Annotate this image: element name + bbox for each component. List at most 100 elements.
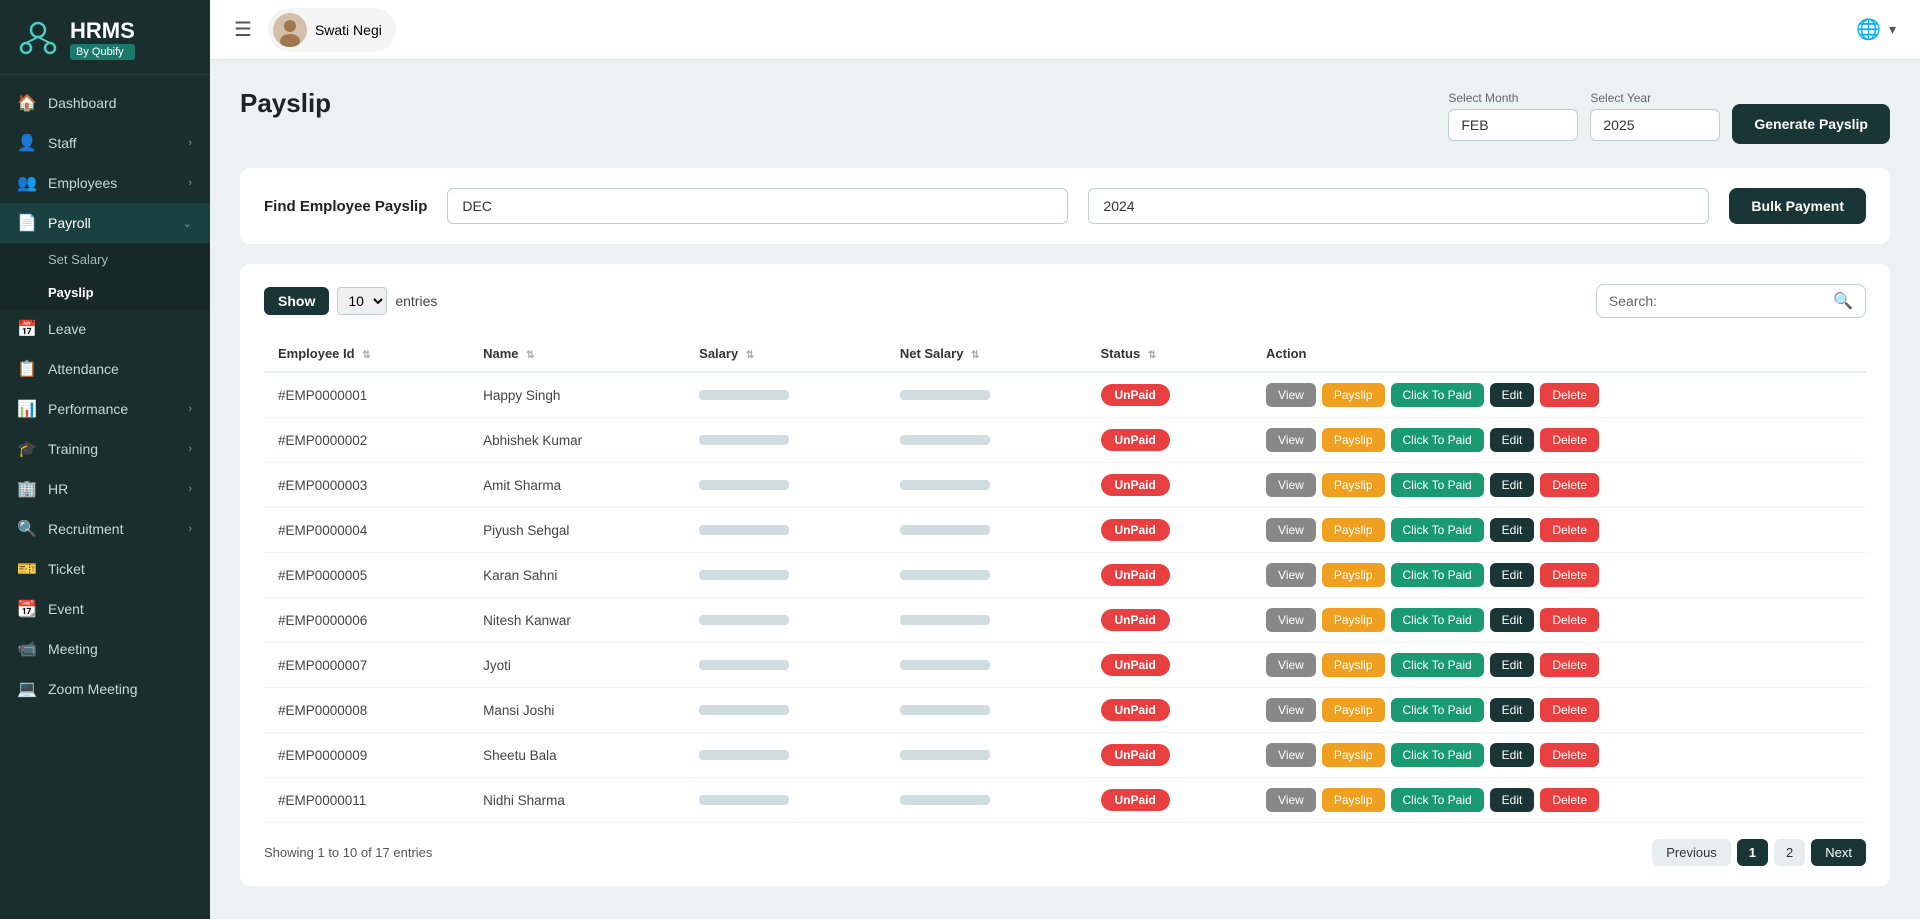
search-input[interactable]	[1665, 293, 1825, 309]
delete-button[interactable]: Delete	[1540, 428, 1599, 452]
sidebar-item-payslip[interactable]: Payslip	[0, 276, 210, 309]
hamburger-icon[interactable]: ☰	[234, 17, 252, 42]
payslip-button[interactable]: Payslip	[1322, 653, 1385, 677]
click-to-paid-button[interactable]: Click To Paid	[1391, 788, 1484, 812]
payslip-button[interactable]: Payslip	[1322, 383, 1385, 407]
cell-name: Abhishek Kumar	[469, 418, 685, 463]
sidebar-item-employees[interactable]: 👥 Employees ›	[0, 163, 210, 203]
view-button[interactable]: View	[1266, 788, 1316, 812]
delete-button[interactable]: Delete	[1540, 788, 1599, 812]
delete-button[interactable]: Delete	[1540, 473, 1599, 497]
view-button[interactable]: View	[1266, 473, 1316, 497]
view-button[interactable]: View	[1266, 383, 1316, 407]
table-row: #EMP0000007 Jyoti UnPaid View Payslip Cl…	[264, 643, 1866, 688]
delete-button[interactable]: Delete	[1540, 383, 1599, 407]
next-button[interactable]: Next	[1811, 839, 1866, 866]
prev-button[interactable]: Previous	[1652, 839, 1731, 866]
sidebar-item-dashboard[interactable]: 🏠 Dashboard	[0, 83, 210, 123]
page-1-button[interactable]: 1	[1737, 839, 1768, 866]
entries-select[interactable]: 10 25 50	[337, 287, 387, 315]
view-button[interactable]: View	[1266, 653, 1316, 677]
click-to-paid-button[interactable]: Click To Paid	[1391, 653, 1484, 677]
pagination-buttons: Previous 1 2 Next	[1652, 839, 1866, 866]
show-button[interactable]: Show	[264, 287, 329, 315]
find-month-input[interactable]	[447, 188, 1068, 224]
edit-button[interactable]: Edit	[1490, 428, 1535, 452]
globe-icon[interactable]: 🌐	[1856, 17, 1881, 42]
sidebar-item-meeting[interactable]: 📹 Meeting	[0, 629, 210, 669]
view-button[interactable]: View	[1266, 608, 1316, 632]
sidebar-item-label: Recruitment	[48, 521, 123, 537]
page-2-button[interactable]: 2	[1774, 839, 1805, 866]
payslip-button[interactable]: Payslip	[1322, 788, 1385, 812]
select-month-input[interactable]	[1448, 109, 1578, 141]
click-to-paid-button[interactable]: Click To Paid	[1391, 473, 1484, 497]
edit-button[interactable]: Edit	[1490, 698, 1535, 722]
bulk-payment-button[interactable]: Bulk Payment	[1729, 188, 1866, 224]
delete-button[interactable]: Delete	[1540, 698, 1599, 722]
edit-button[interactable]: Edit	[1490, 653, 1535, 677]
delete-button[interactable]: Delete	[1540, 518, 1599, 542]
sidebar-item-performance[interactable]: 📊 Performance ›	[0, 389, 210, 429]
show-entries-control: Show 10 25 50 entries	[264, 287, 437, 315]
cell-action: View Payslip Click To Paid Edit Delete	[1252, 463, 1866, 508]
sidebar-item-hr[interactable]: 🏢 HR ›	[0, 469, 210, 509]
view-button[interactable]: View	[1266, 698, 1316, 722]
edit-button[interactable]: Edit	[1490, 788, 1535, 812]
dropdown-arrow-icon[interactable]: ▾	[1889, 21, 1896, 38]
ticket-icon: 🎫	[18, 560, 36, 578]
find-year-input[interactable]	[1088, 188, 1709, 224]
view-button[interactable]: View	[1266, 518, 1316, 542]
chevron-down-icon: ⌄	[183, 217, 192, 230]
search-box: Search: 🔍	[1596, 284, 1866, 318]
click-to-paid-button[interactable]: Click To Paid	[1391, 698, 1484, 722]
edit-button[interactable]: Edit	[1490, 608, 1535, 632]
sidebar-item-recruitment[interactable]: 🔍 Recruitment ›	[0, 509, 210, 549]
entries-label: entries	[395, 293, 437, 309]
generate-payslip-button[interactable]: Generate Payslip	[1732, 104, 1890, 144]
sidebar-item-event[interactable]: 📆 Event	[0, 589, 210, 629]
search-icon[interactable]: 🔍	[1833, 291, 1853, 311]
edit-button[interactable]: Edit	[1490, 383, 1535, 407]
click-to-paid-button[interactable]: Click To Paid	[1391, 563, 1484, 587]
sidebar-item-attendance[interactable]: 📋 Attendance	[0, 349, 210, 389]
click-to-paid-button[interactable]: Click To Paid	[1391, 428, 1484, 452]
payslip-button[interactable]: Payslip	[1322, 473, 1385, 497]
sidebar-item-payroll[interactable]: 📄 Payroll ⌄	[0, 203, 210, 243]
delete-button[interactable]: Delete	[1540, 743, 1599, 767]
cell-status: UnPaid	[1087, 508, 1253, 553]
select-month-label: Select Month	[1448, 91, 1578, 105]
view-button[interactable]: View	[1266, 563, 1316, 587]
edit-button[interactable]: Edit	[1490, 563, 1535, 587]
edit-button[interactable]: Edit	[1490, 518, 1535, 542]
click-to-paid-button[interactable]: Click To Paid	[1391, 608, 1484, 632]
sidebar-item-leave[interactable]: 📅 Leave	[0, 309, 210, 349]
pagination-info: Showing 1 to 10 of 17 entries	[264, 845, 432, 860]
click-to-paid-button[interactable]: Click To Paid	[1391, 383, 1484, 407]
select-year-input[interactable]	[1590, 109, 1720, 141]
cell-emp-id: #EMP0000006	[264, 598, 469, 643]
payslip-button[interactable]: Payslip	[1322, 563, 1385, 587]
delete-button[interactable]: Delete	[1540, 563, 1599, 587]
cell-name: Amit Sharma	[469, 463, 685, 508]
delete-button[interactable]: Delete	[1540, 653, 1599, 677]
sidebar-item-staff[interactable]: 👤 Staff ›	[0, 123, 210, 163]
view-button[interactable]: View	[1266, 428, 1316, 452]
sidebar-item-set-salary[interactable]: Set Salary	[0, 243, 210, 276]
sidebar-item-training[interactable]: 🎓 Training ›	[0, 429, 210, 469]
view-button[interactable]: View	[1266, 743, 1316, 767]
click-to-paid-button[interactable]: Click To Paid	[1391, 518, 1484, 542]
edit-button[interactable]: Edit	[1490, 743, 1535, 767]
payslip-button[interactable]: Payslip	[1322, 698, 1385, 722]
user-badge[interactable]: Swati Negi	[268, 8, 396, 52]
payslip-button[interactable]: Payslip	[1322, 608, 1385, 632]
sidebar-item-ticket[interactable]: 🎫 Ticket	[0, 549, 210, 589]
edit-button[interactable]: Edit	[1490, 473, 1535, 497]
delete-button[interactable]: Delete	[1540, 608, 1599, 632]
payslip-button[interactable]: Payslip	[1322, 743, 1385, 767]
payslip-button[interactable]: Payslip	[1322, 518, 1385, 542]
page-header: Payslip Select Month Select Year Generat…	[240, 88, 1890, 144]
click-to-paid-button[interactable]: Click To Paid	[1391, 743, 1484, 767]
sidebar-item-zoom-meeting[interactable]: 💻 Zoom Meeting	[0, 669, 210, 709]
payslip-button[interactable]: Payslip	[1322, 428, 1385, 452]
